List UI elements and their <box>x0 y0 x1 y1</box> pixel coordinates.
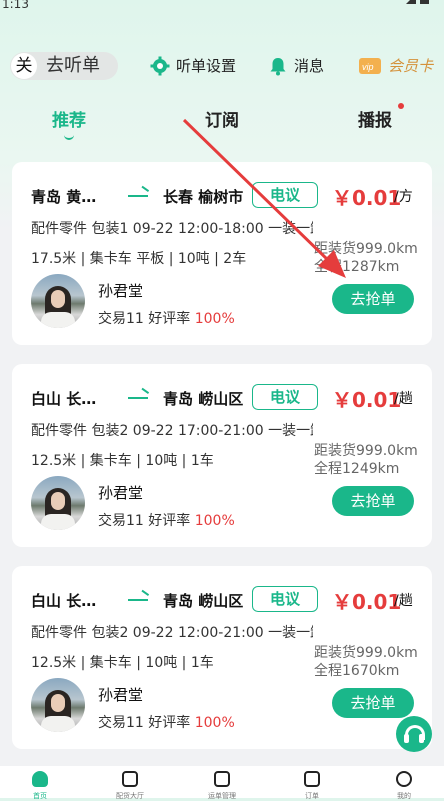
shipper-name: 孙君堂 <box>98 484 144 502</box>
trade-count: 交易11 好评率 <box>98 311 191 327</box>
rating: 100% <box>194 311 235 327</box>
nav-item-profile[interactable]: 我的 <box>384 771 424 800</box>
toggle-knob: 关 <box>11 53 37 79</box>
negotiate-badge: 电议 <box>252 384 318 410</box>
settings-label: 听单设置 <box>176 57 237 75</box>
grab-order-button[interactable]: 去抢单 <box>332 284 414 314</box>
tab-active-indicator <box>64 132 74 140</box>
avatar <box>31 678 85 732</box>
nav-label: 配货大厅 <box>116 792 144 800</box>
total-distance: 全程1249km <box>314 461 400 477</box>
total-distance: 全程1670km <box>314 663 400 679</box>
battery-icon <box>420 0 429 4</box>
vehicle-details: 12.5米 | 集卡车 | 10吨 | 1车 <box>31 453 214 469</box>
shipper-name: 孙君堂 <box>98 686 144 704</box>
grab-order-button[interactable]: 去抢单 <box>332 486 414 516</box>
vehicle-details: 17.5米 | 集卡车 平板 | 10吨 | 2车 <box>31 251 247 267</box>
status-time: 1:13 <box>2 0 29 11</box>
profile-icon <box>396 771 412 787</box>
vehicle-details: 12.5米 | 集卡车 | 10吨 | 1车 <box>31 655 214 671</box>
cargo-details: 配件零件 包装2 09-22 12:00-21:00 一装一卸 <box>31 625 313 641</box>
gear-icon <box>150 56 170 76</box>
nav-item-cargo-hall[interactable]: 配货大厅 <box>110 771 150 800</box>
vip-card-button[interactable]: vip 会员卡 <box>358 54 444 78</box>
order-card[interactable]: 白山 长白... 青岛 崂山区 电议 ￥0.01 /趟 配件零件 包装2 09-… <box>12 364 432 547</box>
toggle-label: 去听单 <box>46 55 100 76</box>
signal-icon <box>406 0 416 4</box>
listen-settings-button[interactable]: 听单设置 <box>150 54 245 78</box>
status-icons <box>406 0 430 6</box>
bell-icon <box>270 58 286 76</box>
customer-service-button[interactable] <box>396 716 432 752</box>
distance-to-load: 距装货999.0km <box>314 443 418 459</box>
status-bar: 1:13 <box>0 0 444 14</box>
nav-item-waybill[interactable]: 运单管理 <box>202 771 242 800</box>
nav-item-home[interactable]: 首页 <box>20 771 60 800</box>
vip-card-icon: vip <box>359 58 381 74</box>
origin: 青岛 黄岛区 <box>31 188 111 206</box>
tab-subscribe[interactable]: 订阅 <box>205 106 239 131</box>
total-distance: 全程1287km <box>314 259 400 275</box>
distance-to-load: 距装货999.0km <box>314 241 418 257</box>
origin: 白山 长白... <box>31 592 111 610</box>
nav-label: 订单 <box>305 792 319 800</box>
notification-dot <box>398 103 404 109</box>
home-icon <box>32 771 48 787</box>
route-arrow-icon <box>128 397 148 399</box>
listen-toggle[interactable]: 关 去听单 <box>10 52 118 80</box>
price: ￥0.01 <box>332 590 402 614</box>
price-unit: /趟 <box>394 593 413 609</box>
tab-broadcast[interactable]: 播报 <box>358 106 392 131</box>
cargo-details: 配件零件 包装1 09-22 12:00-18:00 一装一卸 <box>31 221 313 237</box>
trade-stats: 交易11 好评率 100% <box>98 308 235 328</box>
nav-label: 运单管理 <box>208 792 236 800</box>
shipper-name: 孙君堂 <box>98 282 144 300</box>
destination: 青岛 崂山区 <box>163 390 244 408</box>
grab-order-button[interactable]: 去抢单 <box>332 688 414 718</box>
route-arrow-icon <box>128 599 148 601</box>
trade-stats: 交易11 好评率 100% <box>98 510 235 530</box>
order-card[interactable]: 白山 长白... 青岛 崂山区 电议 ￥0.01 /趟 配件零件 包装2 09-… <box>12 566 432 749</box>
svg-text:vip: vip <box>362 62 374 72</box>
price: ￥0.01 <box>332 388 402 412</box>
trade-stats: 交易11 好评率 100% <box>98 712 235 732</box>
destination: 青岛 崂山区 <box>163 592 244 610</box>
route-arrow-icon <box>128 195 148 197</box>
avatar <box>31 476 85 530</box>
destination: 长春 榆树市 <box>163 188 244 206</box>
price-unit: /趟 <box>394 391 413 407</box>
messages-label: 消息 <box>294 57 325 75</box>
trade-count: 交易11 好评率 <box>98 715 191 731</box>
order-icon <box>304 771 320 787</box>
rating: 100% <box>194 715 235 731</box>
vip-label: 会员卡 <box>388 57 434 75</box>
nav-item-orders[interactable]: 订单 <box>292 771 332 800</box>
messages-button[interactable]: 消息 <box>268 54 333 78</box>
nav-label: 我的 <box>397 792 411 800</box>
distance-to-load: 距装货999.0km <box>314 645 418 661</box>
price-unit: /方 <box>394 189 413 205</box>
cargo-hall-icon <box>122 771 138 787</box>
avatar <box>31 274 85 328</box>
bottom-nav: 首页 配货大厅 运单管理 订单 我的 <box>0 766 444 800</box>
order-card[interactable]: 青岛 黄岛区 长春 榆树市 电议 ￥0.01 /方 配件零件 包装1 09-22… <box>12 162 432 345</box>
negotiate-badge: 电议 <box>252 586 318 612</box>
price: ￥0.01 <box>332 186 402 210</box>
origin: 白山 长白... <box>31 390 111 408</box>
waybill-icon <box>214 771 230 787</box>
tab-recommend[interactable]: 推荐 <box>52 106 86 131</box>
trade-count: 交易11 好评率 <box>98 513 191 529</box>
cargo-details: 配件零件 包装2 09-22 17:00-21:00 一装一卸 <box>31 423 313 439</box>
nav-label: 首页 <box>33 792 47 800</box>
rating: 100% <box>194 513 235 529</box>
negotiate-badge: 电议 <box>252 182 318 208</box>
